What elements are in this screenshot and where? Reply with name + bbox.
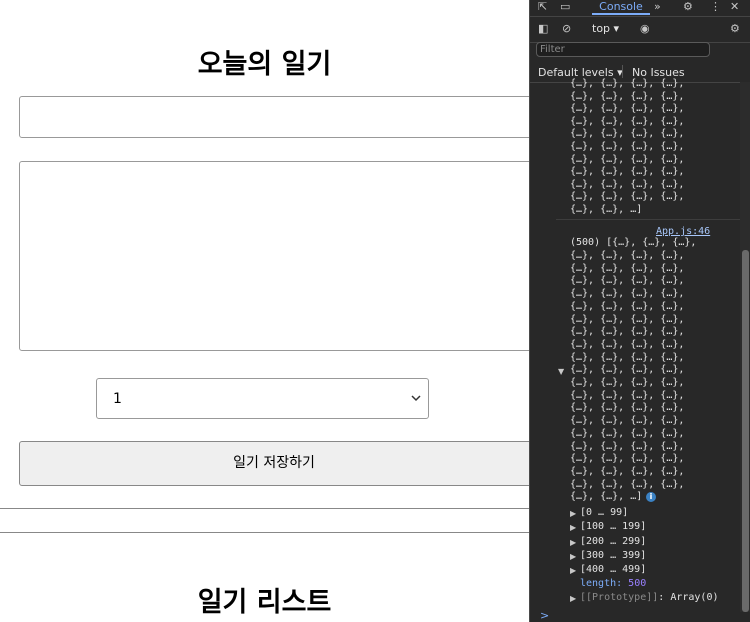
save-diary-button[interactable]: 일기 저장하기 — [19, 441, 529, 486]
page-title: 오늘의 일기 — [197, 49, 332, 80]
info-icon[interactable]: i — [646, 492, 656, 502]
console-array-header: (500) [{…}, {…}, {…}, — [570, 237, 697, 248]
array-range-item: [400 … 499] — [580, 564, 647, 576]
console-array-row: {…}, {…}, {…}, {…}, — [570, 178, 685, 190]
filter-input[interactable]: Filter — [536, 42, 710, 57]
console-array-row: {…}, {…}, {…}, {…}, — [570, 128, 685, 140]
device-toolbar-icon[interactable]: ▭ — [560, 0, 570, 14]
sidebar-toggle-icon[interactable]: ◧ — [538, 22, 548, 36]
scrollbar-thumb[interactable] — [742, 250, 749, 612]
array-length: length: 500 — [580, 578, 647, 589]
expand-triangle-icon[interactable]: ▼ — [558, 367, 564, 376]
array-prototype: [[Prototype]]: Array(0) — [580, 592, 719, 603]
console-prompt[interactable]: > — [540, 609, 549, 622]
more-options-icon[interactable]: ⋮ — [710, 0, 721, 14]
expand-triangle-icon[interactable]: ▶ — [570, 566, 576, 575]
more-tabs-icon[interactable]: » — [654, 0, 661, 14]
console-array-row: {…}, {…}, {…}, {…}, — [570, 78, 685, 89]
console-array-row: {…}, {…}, {…}, {…}, — [570, 288, 685, 300]
console-array-row: {…}, {…}, {…}, {…}, — [570, 338, 685, 350]
console-array-row: {…}, {…}, {…}, {…}, — [570, 300, 685, 312]
divider — [0, 508, 529, 509]
divider — [622, 65, 623, 78]
tab-console[interactable]: Console — [592, 0, 650, 15]
expand-triangle-icon[interactable]: ▶ — [570, 523, 576, 532]
settings-icon[interactable]: ⚙ — [683, 0, 693, 14]
close-icon[interactable]: ✕ — [730, 0, 739, 14]
context-selector[interactable]: top ▾ — [592, 22, 619, 35]
console-array-row: {…}, {…}, {…}, {…}, — [570, 377, 685, 388]
app-page: 오늘의 일기 1 일기 저장하기 일기 리스트 — [0, 0, 529, 622]
console-array-row: {…}, {…}, {…}, {…}, — [570, 389, 685, 401]
console-array-row: {…}, {…}, {…}, {…}, — [570, 313, 685, 325]
console-array-row: {…}, {…}, {…}, {…}, — [570, 427, 685, 439]
console-array-row: {…}, {…}, {…}, {…}, — [570, 326, 685, 338]
console-array-row: {…}, {…}, {…}, {…}, — [570, 262, 685, 274]
console-array-row: {…}, {…}, {…}, {…}, — [570, 103, 685, 115]
console-array-row: {…}, {…}, {…}, {…}, — [570, 364, 685, 376]
expand-triangle-icon[interactable]: ▶ — [570, 509, 576, 518]
console-array-row: {…}, {…}, {…}, {…}, — [570, 478, 685, 490]
console-array-row: {…}, {…}, {…}, {…}, — [570, 402, 685, 414]
clear-console-icon[interactable]: ⊘ — [562, 22, 571, 36]
settings-icon[interactable]: ⚙ — [730, 22, 740, 36]
expand-triangle-icon[interactable]: ▶ — [570, 538, 576, 547]
console-array-row: {…}, {…}, {…}, {…}, — [570, 275, 685, 287]
array-range-item: [100 … 199] — [580, 521, 647, 533]
console-array-row: {…}, {…}, …] — [570, 491, 643, 502]
console-array-row: {…}, {…}, {…}, {…}, — [570, 153, 685, 165]
array-range-item: [200 … 299] — [580, 535, 647, 547]
source-link[interactable]: App.js:46 — [656, 226, 710, 237]
console-array-row: {…}, {…}, {…}, {…}, — [570, 440, 685, 452]
console-array-row: {…}, {…}, {…}, {…}, — [570, 90, 685, 102]
divider — [556, 219, 740, 220]
devtools-tabbar: ⇱ ▭ Console » ⚙ ⋮ ✕ — [530, 0, 750, 17]
console-array-row: {…}, {…}, {…}, {…}, — [570, 141, 685, 152]
console-array-row: {…}, {…}, {…}, {…}, — [570, 166, 685, 178]
emotion-select-value: 1 — [113, 391, 122, 407]
console-toolbar: ◧ ⊘ ◉ ⚙ — [530, 18, 750, 43]
console-array-row: {…}, {…}, …] — [570, 204, 643, 215]
emotion-select[interactable]: 1 — [96, 378, 429, 419]
divider — [0, 532, 529, 533]
content-textarea[interactable] — [19, 161, 529, 351]
chevron-down-icon — [411, 395, 421, 402]
list-title: 일기 리스트 — [197, 587, 332, 618]
console-array-row: {…}, {…}, {…}, {…}, — [570, 453, 685, 465]
expand-triangle-icon[interactable]: ▶ — [570, 552, 576, 561]
expand-triangle-icon[interactable]: ▶ — [570, 594, 576, 603]
array-range-item: [0 … 99] — [580, 507, 629, 518]
devtools-panel: ⇱ ▭ Console » ⚙ ⋮ ✕ ◧ ⊘ ◉ ⚙ top ▾ Filter… — [529, 0, 750, 622]
console-array-row: {…}, {…}, {…}, {…}, — [570, 115, 685, 127]
console-array-row: {…}, {…}, {…}, {…}, — [570, 250, 685, 261]
eye-icon[interactable]: ◉ — [640, 22, 650, 36]
author-input[interactable] — [19, 96, 529, 138]
console-array-row: {…}, {…}, {…}, {…}, — [570, 351, 685, 363]
console-array-row: {…}, {…}, {…}, {…}, — [570, 415, 685, 427]
console-array-row: {…}, {…}, {…}, {…}, — [570, 191, 685, 203]
console-array-row: {…}, {…}, {…}, {…}, — [570, 465, 685, 477]
inspect-element-icon[interactable]: ⇱ — [538, 0, 547, 14]
array-range-item: [300 … 399] — [580, 549, 647, 561]
